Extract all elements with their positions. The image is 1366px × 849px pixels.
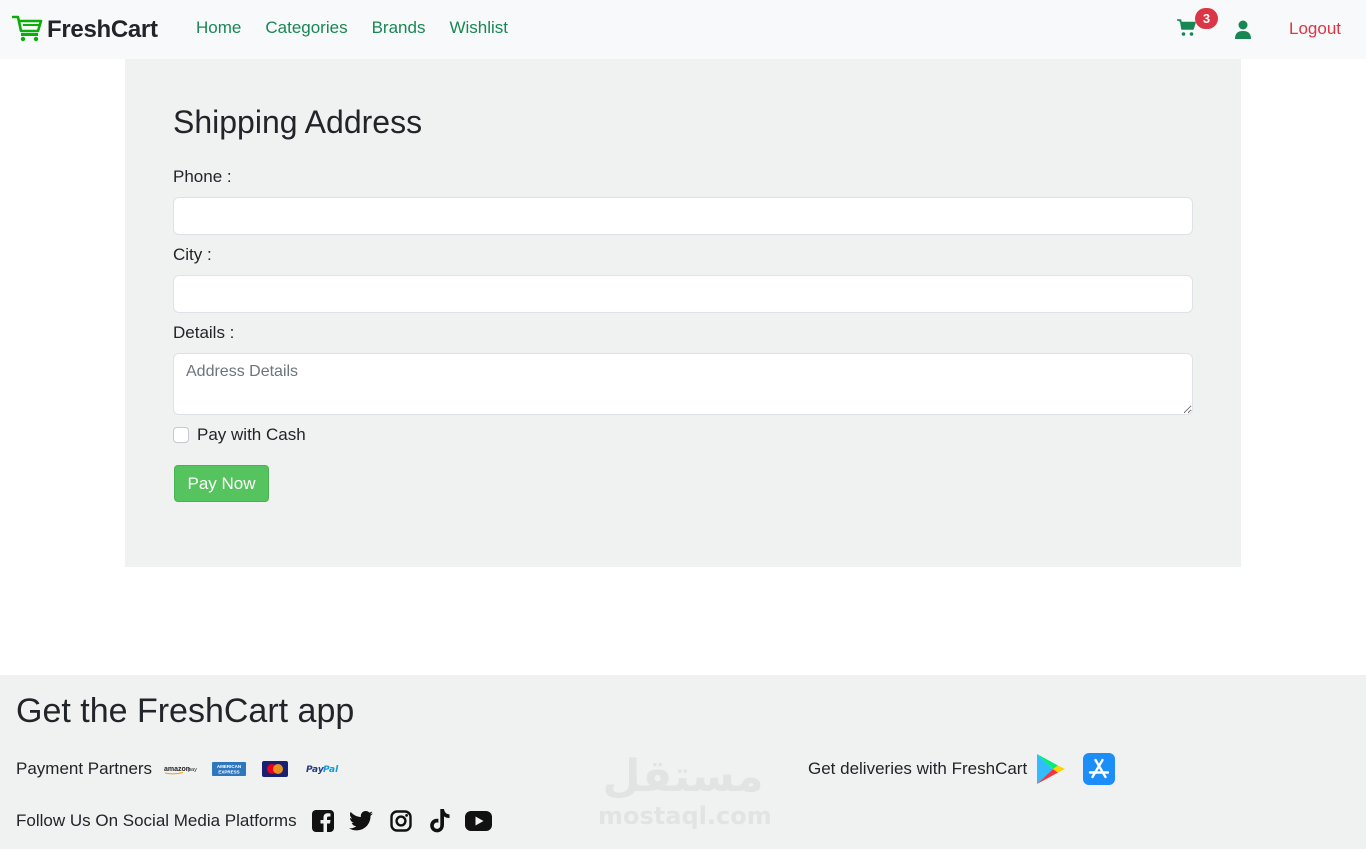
pay-cash-option: Pay with Cash xyxy=(173,425,306,445)
watermark: مستقل mostaql.com xyxy=(598,751,772,831)
app-store-icon[interactable] xyxy=(1083,753,1116,785)
nav-link-wishlist[interactable]: Wishlist xyxy=(437,18,520,38)
american-express-icon: AMERICAN EXPRESS xyxy=(212,760,247,778)
watermark-arabic: مستقل xyxy=(602,751,764,802)
details-label: Details : xyxy=(173,323,235,342)
pay-now-button[interactable]: Pay Now xyxy=(174,465,269,502)
payment-partners-label: Payment Partners xyxy=(16,759,153,778)
tiktok-icon[interactable] xyxy=(427,809,451,833)
youtube-icon[interactable] xyxy=(465,809,493,833)
brand-name: FreshCart xyxy=(47,16,158,43)
mastercard-icon xyxy=(262,760,289,778)
app-download: Get deliveries with FreshCart xyxy=(808,752,1116,786)
logout-link[interactable]: Logout xyxy=(1289,19,1341,39)
page-title: Shipping Address xyxy=(173,104,423,140)
paypal-icon: Pay Pal xyxy=(306,760,340,778)
navbar: FreshCart Home Categories Brands Wishlis… xyxy=(0,0,1366,59)
city-label: City : xyxy=(173,245,212,264)
svg-text:Pay: Pay xyxy=(306,765,325,775)
deliveries-label: Get deliveries with FreshCart xyxy=(808,759,1028,778)
svg-text:Pal: Pal xyxy=(323,765,339,775)
nav-links: Home Categories Brands Wishlist xyxy=(184,18,520,38)
nav-link-categories[interactable]: Categories xyxy=(253,18,359,38)
footer-title: Get the FreshCart app xyxy=(16,692,355,730)
watermark-latin: mostaql.com xyxy=(598,802,772,830)
pay-cash-label[interactable]: Pay with Cash xyxy=(197,425,306,445)
svg-text:pay: pay xyxy=(188,767,197,773)
cart-logo-icon xyxy=(11,14,44,47)
city-input[interactable] xyxy=(173,275,1193,313)
brand[interactable]: FreshCart xyxy=(11,14,158,47)
twitter-icon[interactable] xyxy=(348,809,373,833)
shipping-form-card: Shipping Address Phone : City : Details … xyxy=(125,59,1241,567)
svg-text:EXPRESS: EXPRESS xyxy=(218,770,239,775)
social-label: Follow Us On Social Media Platforms xyxy=(16,811,297,830)
amazon-pay-icon: amazon pay xyxy=(164,760,198,778)
pay-cash-checkbox[interactable] xyxy=(173,427,189,443)
user-icon[interactable] xyxy=(1234,20,1252,40)
phone-input[interactable] xyxy=(173,197,1193,235)
cart-count-badge: 3 xyxy=(1195,8,1218,29)
facebook-icon[interactable] xyxy=(311,809,335,833)
instagram-icon[interactable] xyxy=(389,809,413,833)
details-textarea[interactable] xyxy=(173,353,1193,415)
svg-text:AMERICAN: AMERICAN xyxy=(217,764,241,769)
google-play-icon[interactable] xyxy=(1035,753,1067,785)
payment-partners: Payment Partners amazon pay AMERICAN EXP… xyxy=(16,759,340,779)
svg-text:amazon: amazon xyxy=(164,766,190,773)
nav-link-brands[interactable]: Brands xyxy=(360,18,438,38)
phone-label: Phone : xyxy=(173,167,232,186)
nav-link-home[interactable]: Home xyxy=(184,18,253,38)
social-links: Follow Us On Social Media Platforms xyxy=(16,809,493,833)
